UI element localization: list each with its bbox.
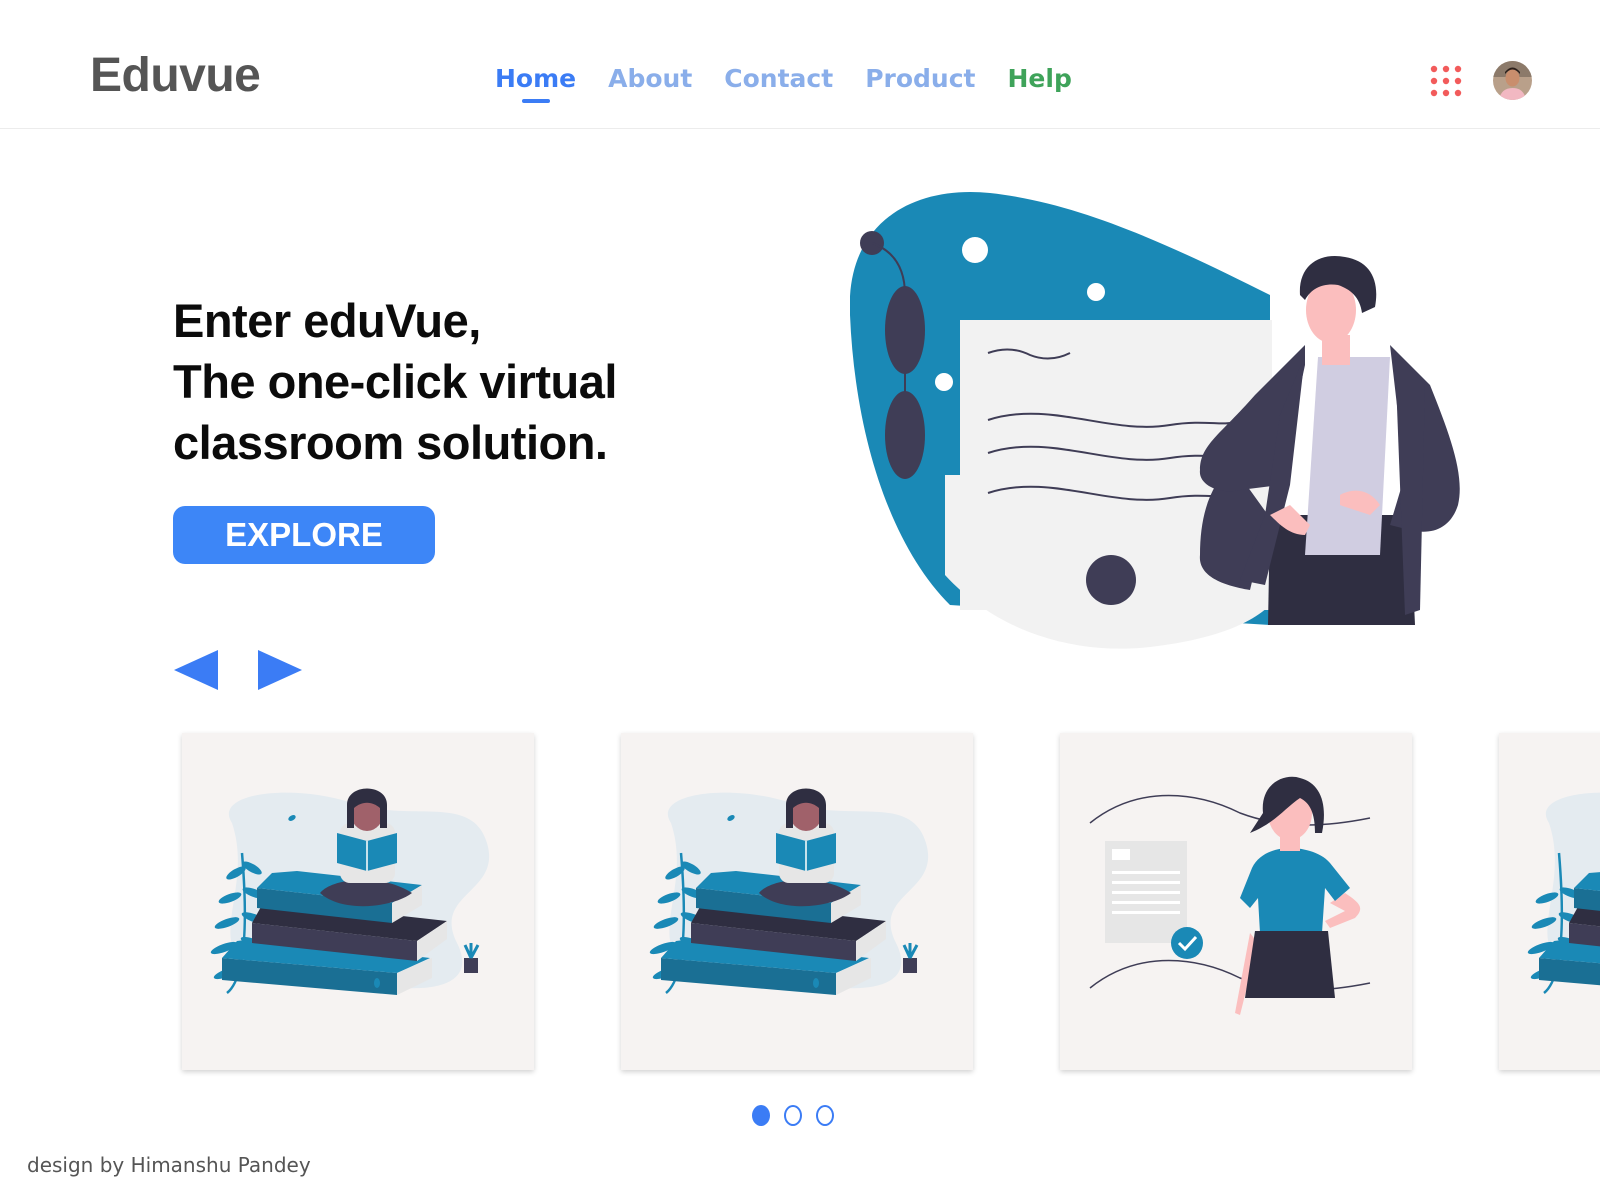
explore-button[interactable]: EXPLORE (173, 506, 435, 564)
page: Eduvue Home About Contact Product Help E… (0, 0, 1600, 1200)
girl-reading-illustration (210, 788, 490, 995)
hero-headline-line-2: The one-click virtual (173, 355, 617, 408)
hero-headline-line-1: Enter eduVue, (173, 294, 481, 347)
girl-reading-illustration (649, 788, 929, 995)
top-navbar: Eduvue Home About Contact Product Help (0, 0, 1600, 129)
nav-product[interactable]: Product (865, 64, 975, 103)
carousel-card-2[interactable] (621, 733, 973, 1070)
hero-illustration (849, 185, 1470, 655)
nav-help[interactable]: Help (1008, 64, 1072, 103)
nav-home[interactable]: Home (495, 64, 576, 103)
carousel-card-4[interactable] (1499, 733, 1600, 1070)
brand-logo[interactable]: Eduvue (90, 48, 261, 103)
pagination-dot-3[interactable] (816, 1105, 834, 1126)
carousel-card-3[interactable] (1060, 733, 1412, 1070)
hero-headline-line-3: classroom solution. (173, 416, 608, 469)
carousel-card-1[interactable] (182, 733, 534, 1070)
hero-headline: Enter eduVue, The one-click virtual clas… (173, 290, 693, 473)
triangle-right-icon[interactable] (256, 649, 304, 691)
grid-dots-icon[interactable] (1430, 65, 1462, 97)
nav-contact[interactable]: Contact (724, 64, 833, 103)
triangle-left-icon[interactable] (172, 649, 220, 691)
woman-document-illustration (1089, 776, 1371, 1015)
nav-about[interactable]: About (608, 64, 692, 103)
main-nav: Home About Contact Product Help (495, 64, 1072, 103)
designer-credit: design by Himanshu Pandey (27, 1153, 311, 1177)
pagination-dot-1[interactable] (752, 1105, 770, 1126)
carousel-pagination (752, 1105, 834, 1126)
user-avatar[interactable] (1493, 61, 1532, 100)
girl-reading-illustration (1527, 792, 1600, 994)
pagination-dot-2[interactable] (784, 1105, 802, 1126)
